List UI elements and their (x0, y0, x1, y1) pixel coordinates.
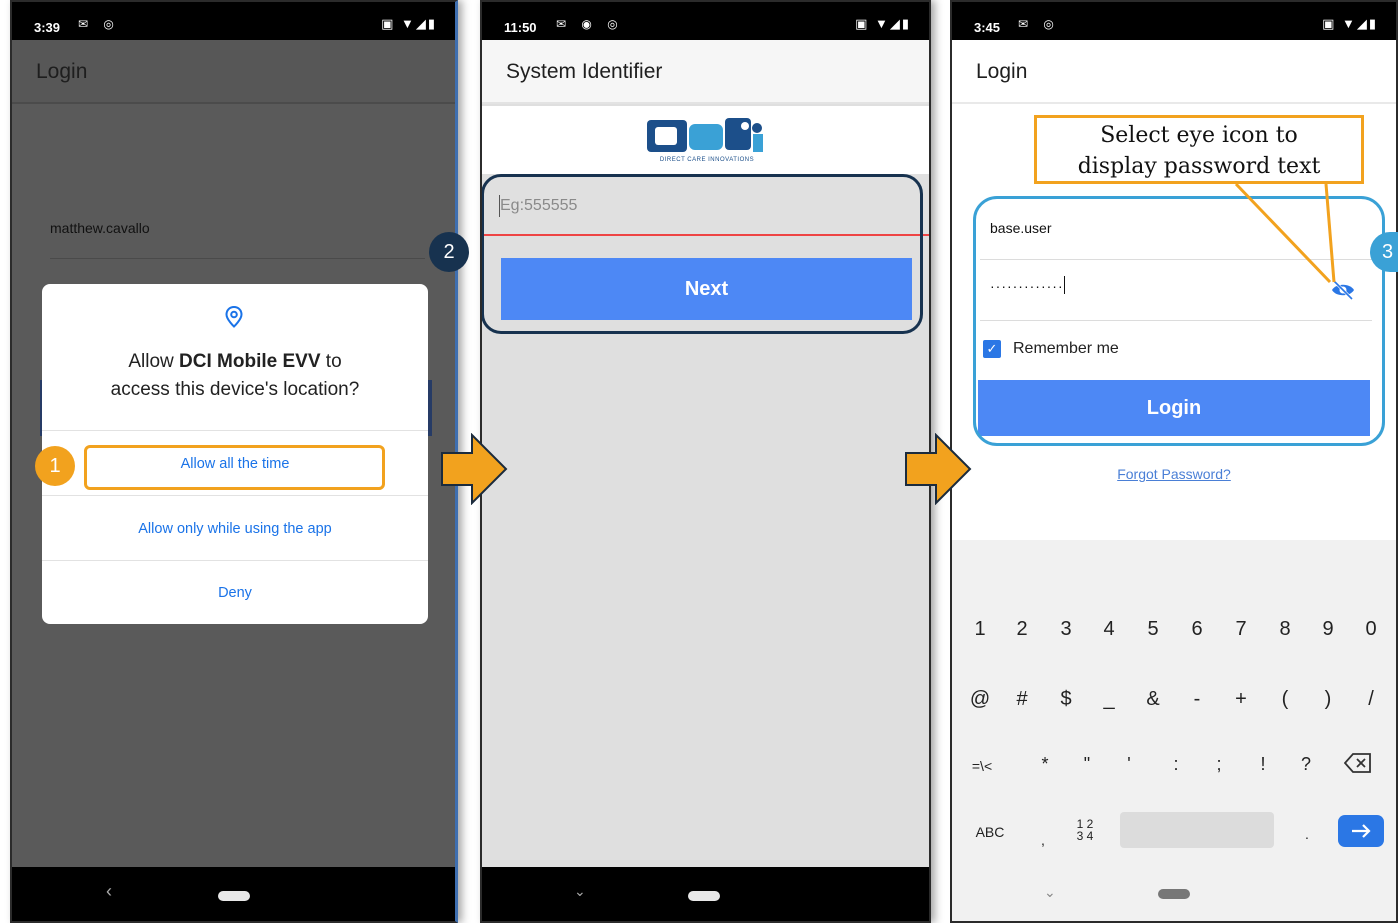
comma-key[interactable]: , (1028, 832, 1058, 848)
enter-arrow-icon[interactable] (1338, 815, 1384, 847)
dialog-divider (42, 495, 428, 496)
key[interactable]: + (1226, 688, 1256, 711)
question-suffix: to (320, 351, 342, 372)
chevron-down-icon[interactable]: ⌄ (1044, 884, 1056, 901)
step-2-badge: 2 (429, 232, 469, 272)
key[interactable]: 4 (1094, 618, 1124, 641)
backspace-icon[interactable] (1343, 752, 1373, 779)
question-app-name: DCI Mobile EVV (179, 351, 321, 372)
key[interactable]: ? (1291, 754, 1321, 775)
key[interactable]: 2 (1007, 618, 1037, 641)
deny-button[interactable]: Deny (42, 585, 428, 601)
key[interactable]: ' (1114, 754, 1144, 775)
signal-battery-icons: ▣ ▼◢▮ (1322, 16, 1378, 31)
callout-line-2: display password text (1077, 154, 1321, 179)
signal-battery-icons: ▣ ▼◢▮ (381, 16, 437, 31)
app-title: Login (952, 40, 1396, 104)
step-3-highlight (973, 196, 1385, 446)
navigation-bar: ⌄ (482, 867, 929, 921)
step-1-highlight (84, 445, 385, 490)
abc-key[interactable]: ABC (970, 824, 1010, 840)
status-bar: 3:45 ✉ ◎ ▣ ▼◢▮ (952, 2, 1396, 40)
key[interactable]: : (1161, 754, 1191, 775)
question-line2: access this device's location? (110, 379, 360, 400)
home-pill-icon[interactable] (1158, 889, 1190, 899)
tutorial-canvas: 3:39 ✉ ◎ ▣ ▼◢▮ Login matthew.cavallo All… (0, 0, 1398, 923)
dialog-divider (42, 430, 428, 431)
numeric-keyboard: 1 2 3 4 5 6 7 8 9 0 @ # $ _ & - + ( ) / … (952, 540, 1396, 921)
numpad-bottom: 3 4 (1076, 829, 1094, 843)
allow-while-using-button[interactable]: Allow only while using the app (42, 521, 428, 537)
key[interactable]: * (1030, 754, 1060, 775)
back-icon[interactable]: ‹ (106, 881, 112, 902)
phone-screen-system-identifier: 11:50 ✉ ◉ ◎ ▣ ▼◢▮ System Identifier DIRE… (480, 0, 931, 923)
key[interactable]: 7 (1226, 618, 1256, 641)
key[interactable]: - (1182, 688, 1212, 711)
key[interactable]: 8 (1270, 618, 1300, 641)
status-time: 11:50 (504, 20, 537, 35)
notification-icons: ✉ ◎ (1018, 17, 1060, 31)
status-time: 3:45 (974, 20, 1001, 35)
key[interactable]: ( (1270, 688, 1300, 711)
key[interactable]: ) (1313, 688, 1343, 711)
notification-icons: ✉ ◎ (78, 17, 120, 31)
key[interactable]: / (1356, 688, 1386, 711)
key[interactable]: =\< (967, 758, 997, 774)
dci-logo-area: DIRECT CARE INNOVATIONS (482, 106, 929, 174)
username-field[interactable]: matthew.cavallo (50, 220, 150, 236)
space-bar[interactable] (1120, 812, 1274, 848)
key[interactable]: 1 (965, 618, 995, 641)
logo-caption: DIRECT CARE INNOVATIONS (659, 157, 755, 163)
key[interactable]: $ (1051, 688, 1081, 711)
dialog-divider (42, 560, 428, 561)
key[interactable]: 3 (1051, 618, 1081, 641)
next-step-arrow-icon (904, 432, 972, 510)
numpad-key[interactable]: 1 23 4 (1070, 818, 1100, 842)
status-time: 3:39 (34, 20, 61, 35)
status-bar: 3:39 ✉ ◎ ▣ ▼◢▮ (12, 2, 455, 40)
location-pin-icon (225, 305, 243, 334)
login-button-edge-right (428, 380, 432, 436)
callout-line-1: Select eye icon to (1100, 123, 1298, 148)
home-pill-icon[interactable] (218, 891, 250, 901)
username-underline (50, 258, 425, 259)
chevron-down-icon[interactable]: ⌄ (574, 883, 586, 900)
key[interactable]: ! (1248, 754, 1278, 775)
key[interactable]: " (1072, 754, 1102, 775)
forgot-password-link[interactable]: Forgot Password? (952, 466, 1396, 482)
key[interactable]: # (1007, 688, 1037, 711)
key[interactable]: & (1138, 688, 1168, 711)
question-prefix: Allow (128, 351, 180, 372)
key[interactable]: _ (1094, 688, 1124, 711)
key[interactable]: 0 (1356, 618, 1386, 641)
dialog-question: Allow DCI Mobile EVV to access this devi… (42, 348, 428, 404)
notification-icons: ✉ ◉ ◎ (556, 17, 624, 31)
step-1-badge: 1 (35, 446, 75, 486)
next-step-arrow-icon (440, 432, 508, 510)
step-2-highlight (482, 174, 923, 334)
app-title: System Identifier (482, 40, 929, 104)
eye-icon-callout: Select eye icon to display password text (1034, 115, 1364, 184)
navigation-bar: ‹ (12, 867, 455, 921)
key[interactable]: 5 (1138, 618, 1168, 641)
home-pill-icon[interactable] (688, 891, 720, 901)
period-key[interactable]: . (1292, 826, 1322, 842)
status-bar: 11:50 ✉ ◉ ◎ ▣ ▼◢▮ (482, 2, 929, 40)
key[interactable]: ; (1204, 754, 1234, 775)
dci-logo: DIRECT CARE INNOVATIONS (645, 114, 769, 166)
key[interactable]: 6 (1182, 618, 1212, 641)
key[interactable]: 9 (1313, 618, 1343, 641)
signal-battery-icons: ▣ ▼◢▮ (855, 16, 911, 31)
key[interactable]: @ (965, 688, 995, 711)
app-title: Login (12, 40, 455, 104)
